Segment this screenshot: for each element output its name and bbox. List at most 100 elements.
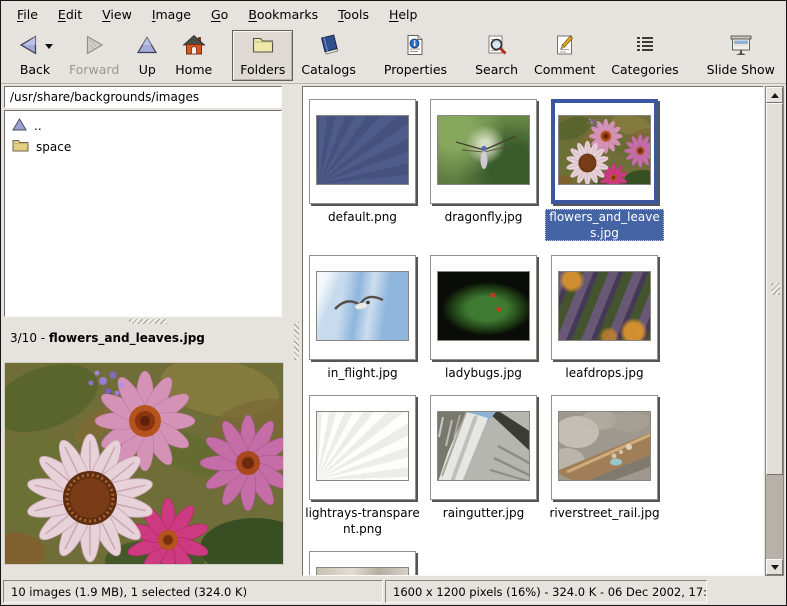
thumbnail-label: default.png xyxy=(303,209,422,225)
forward-button[interactable]: Forward xyxy=(61,30,127,81)
status-images-summary: 10 images (1.9 MB), 1 selected (324.0 K) xyxy=(3,580,383,603)
properties-button[interactable]: Properties xyxy=(376,30,455,81)
toolbar: Back Forward Up Home xyxy=(1,28,786,84)
comment-button[interactable]: Comment xyxy=(526,30,603,81)
arrow-up-icon xyxy=(771,93,779,98)
thumbnail-grid: default.png dragonfly.jpg flowers_and_le… xyxy=(309,99,763,576)
menu-file[interactable]: File xyxy=(7,2,48,27)
splitter-grip[interactable] xyxy=(294,322,299,360)
thumbnail-image-raingutter xyxy=(437,411,530,481)
vertical-scrollbar[interactable] xyxy=(765,86,784,576)
thumbnail-label: riverstreet_rail.jpg xyxy=(545,505,664,521)
thumbnail-label: in_flight.jpg xyxy=(303,365,422,381)
right-pane: default.png dragonfly.jpg flowers_and_le… xyxy=(302,84,786,578)
back-icon xyxy=(17,33,41,60)
thumbnail-image-flowers xyxy=(558,115,651,185)
home-button[interactable]: Home xyxy=(167,30,220,81)
thumbnail-raingutter[interactable]: raingutter.jpg xyxy=(430,395,537,537)
thumbnail-view: default.png dragonfly.jpg flowers_and_le… xyxy=(302,86,764,576)
thumbnail-leafdrops[interactable]: leafdrops.jpg xyxy=(551,255,658,381)
folder-icon xyxy=(12,138,29,155)
folders-label: Folders xyxy=(240,63,285,77)
up-label: Up xyxy=(139,63,156,77)
full-screen-button[interactable]: Full Screen xyxy=(783,30,787,81)
forward-label: Forward xyxy=(69,63,119,77)
thumbnail-in-flight[interactable]: in_flight.jpg xyxy=(309,255,416,381)
vertical-splitter[interactable] xyxy=(291,84,302,578)
categories-icon xyxy=(633,33,657,60)
home-label: Home xyxy=(175,63,212,77)
thumbnail-image-ladybugs xyxy=(437,271,530,341)
home-icon xyxy=(182,33,206,60)
thumbnail-image-dragonfly xyxy=(437,115,530,185)
thumbnail-label: lightrays-transparent.png xyxy=(303,505,422,537)
slide-show-label: Slide Show xyxy=(707,63,775,77)
thumbnail-label: leafdrops.jpg xyxy=(545,365,664,381)
thumbnail-default[interactable]: default.png xyxy=(309,99,416,241)
folder-list: .. space xyxy=(4,110,282,317)
thumbnail-riverstreet-rail[interactable]: riverstreet_rail.jpg xyxy=(551,395,658,537)
image-filename: flowers_and_leaves.jpg xyxy=(49,331,205,345)
thumbnail-label: dragonfly.jpg xyxy=(424,209,543,225)
scrollbar-thumb[interactable] xyxy=(766,103,783,475)
book-icon xyxy=(317,33,341,60)
up-button[interactable]: Up xyxy=(127,30,167,81)
slide-show-button[interactable]: Slide Show xyxy=(699,30,783,81)
menu-go[interactable]: Go xyxy=(201,2,238,27)
folder-item-space[interactable]: space xyxy=(7,136,279,157)
categories-label: Categories xyxy=(611,63,678,77)
thumbnail-ladybugs[interactable]: ladybugs.jpg xyxy=(430,255,537,381)
folders-button[interactable]: Folders xyxy=(232,30,293,81)
menu-image[interactable]: Image xyxy=(142,2,201,27)
thumbnail-lightrays[interactable]: lightrays-transparent.png xyxy=(309,395,416,537)
back-label: Back xyxy=(20,63,50,77)
image-info-bar: 3/10 - flowers_and_leaves.jpg xyxy=(4,326,291,350)
info-document-icon xyxy=(403,33,427,60)
forward-icon xyxy=(82,33,106,60)
left-pane: /usr/share/backgrounds/images .. space xyxy=(1,84,291,578)
menu-edit[interactable]: Edit xyxy=(48,2,92,27)
image-preview xyxy=(4,362,284,565)
thumbnail-dragonfly[interactable]: dragonfly.jpg xyxy=(430,99,537,241)
splitter-grip[interactable] xyxy=(129,319,167,324)
search-label: Search xyxy=(475,63,518,77)
search-button[interactable]: Search xyxy=(467,30,526,81)
folder-item-label: .. xyxy=(34,119,42,133)
thumbnail-image-partial xyxy=(316,567,409,576)
thumbnail-flowers-and-leaves[interactable]: flowers_and_leaves.jpg xyxy=(551,99,658,241)
thumbnail-image-default xyxy=(316,115,409,185)
menu-help[interactable]: Help xyxy=(379,2,428,27)
thumbnail-label: raingutter.jpg xyxy=(424,505,543,521)
info-separator: - xyxy=(37,331,49,345)
thumbnail-image-leafdrops xyxy=(558,271,651,341)
menu-bookmarks[interactable]: Bookmarks xyxy=(238,2,328,27)
scrollbar-track[interactable] xyxy=(766,103,783,559)
scrollbar-grip xyxy=(771,283,780,295)
status-image-details: 1600 x 1200 pixels (16%) - 324.0 K - 06 … xyxy=(385,580,707,603)
catalogs-label: Catalogs xyxy=(301,63,356,77)
thumbnail-label: flowers_and_leaves.jpg xyxy=(545,209,664,241)
scroll-up-button[interactable] xyxy=(766,87,783,103)
arrow-down-icon xyxy=(771,565,779,570)
scroll-down-button[interactable] xyxy=(766,559,783,575)
gthumb-window: File Edit View Image Go Bookmarks Tools … xyxy=(0,0,787,606)
folder-item-parent[interactable]: .. xyxy=(7,115,279,136)
thumbnail-image-in-flight xyxy=(316,271,409,341)
menubar: File Edit View Image Go Bookmarks Tools … xyxy=(1,1,786,28)
menu-view[interactable]: View xyxy=(92,2,142,27)
up-directory-icon xyxy=(12,118,27,134)
statusbar-filler xyxy=(709,580,784,603)
folder-icon xyxy=(251,33,275,60)
categories-button[interactable]: Categories xyxy=(603,30,686,81)
thumbnail-image-lightrays xyxy=(316,411,409,481)
location-path-input[interactable]: /usr/share/backgrounds/images xyxy=(4,86,282,108)
back-button[interactable]: Back xyxy=(9,30,61,81)
catalogs-button[interactable]: Catalogs xyxy=(293,30,364,81)
statusbar: 10 images (1.9 MB), 1 selected (324.0 K)… xyxy=(1,578,786,605)
back-history-dropdown-icon[interactable] xyxy=(45,44,53,49)
menu-tools[interactable]: Tools xyxy=(328,2,379,27)
horizontal-splitter[interactable] xyxy=(4,317,291,326)
thumbnail-partial[interactable] xyxy=(309,551,416,576)
comment-label: Comment xyxy=(534,63,595,77)
search-icon xyxy=(485,33,509,60)
